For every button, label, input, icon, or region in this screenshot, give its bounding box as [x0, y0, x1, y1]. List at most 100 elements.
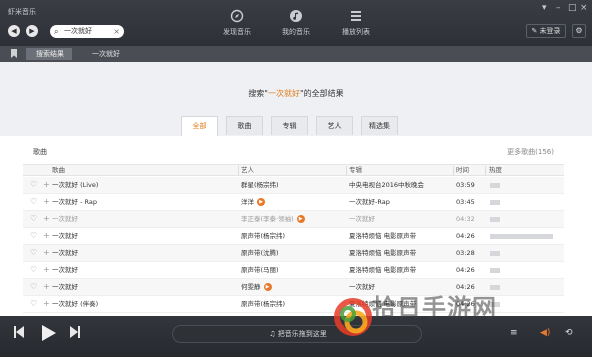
song-album[interactable]: 一次就好 [349, 215, 453, 224]
tab-my-music-label: 我的音乐 [282, 28, 310, 36]
app-title: 虾米音乐 [8, 8, 36, 16]
heart-icon[interactable]: ♡ [30, 265, 37, 275]
heart-icon[interactable]: ♡ [30, 197, 37, 207]
header-heat[interactable]: 热度 [489, 166, 502, 175]
search-keyword: 一次就好 [268, 89, 300, 98]
song-album[interactable]: 夏洛特烦恼 电影原声带 [349, 266, 453, 275]
table-header: 歌曲 艺人 专辑 时间 热度 [23, 164, 564, 176]
gear-icon: ⚙ [575, 26, 583, 35]
song-album[interactable]: 夏洛特烦恼 电影原声带 [349, 249, 453, 258]
heart-icon[interactable]: ♡ [30, 248, 37, 258]
song-duration: 04:26 [456, 232, 475, 240]
song-title[interactable]: 一次就好 [52, 232, 234, 241]
maximize-icon[interactable]: □ [568, 3, 577, 13]
heat-bar [490, 183, 500, 188]
song-duration: 03:45 [456, 198, 475, 206]
table-row[interactable]: ♡ + 一次就好 (Live) 群星(杨宗纬) 中央电视台2016中秋晚会 03:59 [23, 177, 564, 194]
song-artist[interactable]: 群星(杨宗纬) [241, 181, 346, 190]
back-button[interactable]: ◀ [8, 25, 20, 37]
mv-icon[interactable]: ▶ [263, 283, 272, 291]
volume-icon[interactable]: ◀) [540, 327, 550, 339]
tab-my-music[interactable]: 我的音乐 [266, 9, 326, 37]
now-playing-box[interactable]: ♫ 把音乐拖到这里 [172, 325, 422, 343]
previous-icon[interactable] [14, 326, 24, 338]
song-title[interactable]: 一次就好 - Rap [52, 198, 234, 207]
song-title[interactable]: 一次就好 [52, 283, 234, 292]
search-value: 一次就好 [64, 27, 92, 35]
mv-icon[interactable]: ▶ [257, 198, 265, 206]
add-icon[interactable]: + [43, 282, 50, 292]
login-button[interactable]: ✎ 未登录 [526, 24, 566, 38]
now-playing-text: ♫ 把音乐拖到这里 [269, 330, 327, 338]
tab-collections[interactable]: 精选集 [361, 116, 398, 135]
add-icon[interactable]: + [43, 180, 50, 190]
more-songs-link[interactable]: 更多歌曲(156) [507, 147, 554, 157]
add-icon[interactable]: + [43, 231, 50, 241]
tab-all[interactable]: 全部 [181, 116, 218, 136]
header-album[interactable]: 专辑 [349, 166, 362, 175]
tab-albums[interactable]: 专辑 [271, 116, 308, 135]
heart-icon[interactable]: ♡ [30, 282, 37, 292]
add-icon[interactable]: + [43, 197, 50, 207]
tab-discover[interactable]: 发现音乐 [207, 9, 267, 37]
table-row[interactable]: ♡ + 一次就好 - Rap 洋洋 ▶ 一次就好-Rap 03:45 [23, 194, 564, 211]
header-artist[interactable]: 艺人 [241, 166, 254, 175]
song-artist[interactable]: 原声带(沈腾) [241, 249, 346, 258]
heart-icon[interactable]: ♡ [30, 214, 37, 224]
tab-playlist-label: 播放列表 [342, 28, 370, 36]
table-row[interactable]: ♡ + 一次就好 原声带(马丽) 夏洛特烦恼 电影原声带 04:26 [23, 262, 564, 279]
heart-icon[interactable]: ♡ [30, 299, 37, 309]
mv-icon[interactable]: ▶ [296, 215, 305, 223]
song-album[interactable]: 中央电视台2016中秋晚会 [349, 181, 453, 190]
search-input[interactable]: ⌕ 一次就好 × [50, 25, 124, 38]
add-icon[interactable]: + [43, 214, 50, 224]
add-icon[interactable]: + [43, 299, 50, 309]
add-icon[interactable]: + [43, 265, 50, 275]
song-duration: 04:26 [456, 266, 475, 274]
header-time[interactable]: 时间 [456, 166, 469, 175]
home-icon[interactable] [10, 49, 18, 58]
tab-songs[interactable]: 歌曲 [226, 116, 263, 135]
add-icon[interactable]: + [43, 248, 50, 258]
clear-icon[interactable]: × [113, 26, 120, 37]
next-icon[interactable] [70, 326, 80, 338]
heart-icon[interactable]: ♡ [30, 231, 37, 241]
song-album[interactable]: 一次就好-Rap [349, 198, 453, 207]
table-row[interactable]: ♡ + 一次就好 李正泰(李泰·领袖) ▶ 一次就好 04:32 [23, 211, 564, 228]
song-title[interactable]: 一次就好 [52, 249, 234, 258]
header-title[interactable]: 歌曲 [52, 166, 65, 175]
heat-bar [490, 234, 553, 239]
compass-icon [230, 9, 244, 23]
song-artist[interactable]: 何雯静 ▶ [241, 283, 346, 292]
song-artist[interactable]: 原声带(杨宗纬) [241, 232, 346, 241]
song-title[interactable]: 一次就好 (Live) [52, 181, 234, 190]
music-note-icon [290, 10, 302, 22]
main-content: 搜索"一次就好"的全部结果 全部 歌曲 专辑 艺人 精选集 歌曲 更多歌曲(15… [0, 62, 592, 316]
section-label: 歌曲 [33, 148, 47, 156]
song-artist[interactable]: 李正泰(李泰·领袖) ▶ [241, 215, 346, 224]
settings-button[interactable]: ⚙ [572, 24, 586, 38]
song-album[interactable]: 夏洛特烦恼 电影原声带 [349, 232, 453, 241]
watermark-text: 拾日手游网 [372, 294, 497, 322]
song-title[interactable]: 一次就好 (伴奏) [52, 300, 234, 309]
table-row[interactable]: ♡ + 一次就好 原声带(杨宗纬) 夏洛特烦恼 电影原声带 04:26 [23, 228, 564, 245]
breadcrumb-search-results[interactable]: 搜索结果 [26, 48, 72, 60]
song-artist[interactable]: 洋洋 ▶ [241, 198, 346, 207]
menu-icon[interactable]: ▾ [542, 3, 547, 13]
song-title[interactable]: 一次就好 [52, 215, 234, 224]
minimize-icon[interactable]: – [556, 3, 561, 13]
forward-button[interactable]: ▶ [26, 25, 38, 37]
top-bar: 虾米音乐 ◀ ▶ ⌕ 一次就好 × 发现音乐 我的音乐 播放列表 ▾ – □ ×… [0, 0, 592, 46]
song-title[interactable]: 一次就好 [52, 266, 234, 275]
close-icon[interactable]: × [580, 3, 588, 13]
tab-artists[interactable]: 艺人 [316, 116, 353, 135]
lyrics-icon[interactable]: ≡ [510, 327, 518, 339]
song-artist[interactable]: 原声带(马丽) [241, 266, 346, 275]
login-label: 未登录 [539, 27, 561, 35]
loop-icon[interactable]: ⟲ [565, 327, 573, 339]
tab-playlist[interactable]: 播放列表 [326, 9, 386, 37]
heart-icon[interactable]: ♡ [30, 180, 37, 190]
table-row[interactable]: ♡ + 一次就好 原声带(沈腾) 夏洛特烦恼 电影原声带 03:28 [23, 245, 564, 262]
play-icon[interactable] [42, 325, 56, 341]
music-file-icon: ♫ [269, 330, 278, 338]
